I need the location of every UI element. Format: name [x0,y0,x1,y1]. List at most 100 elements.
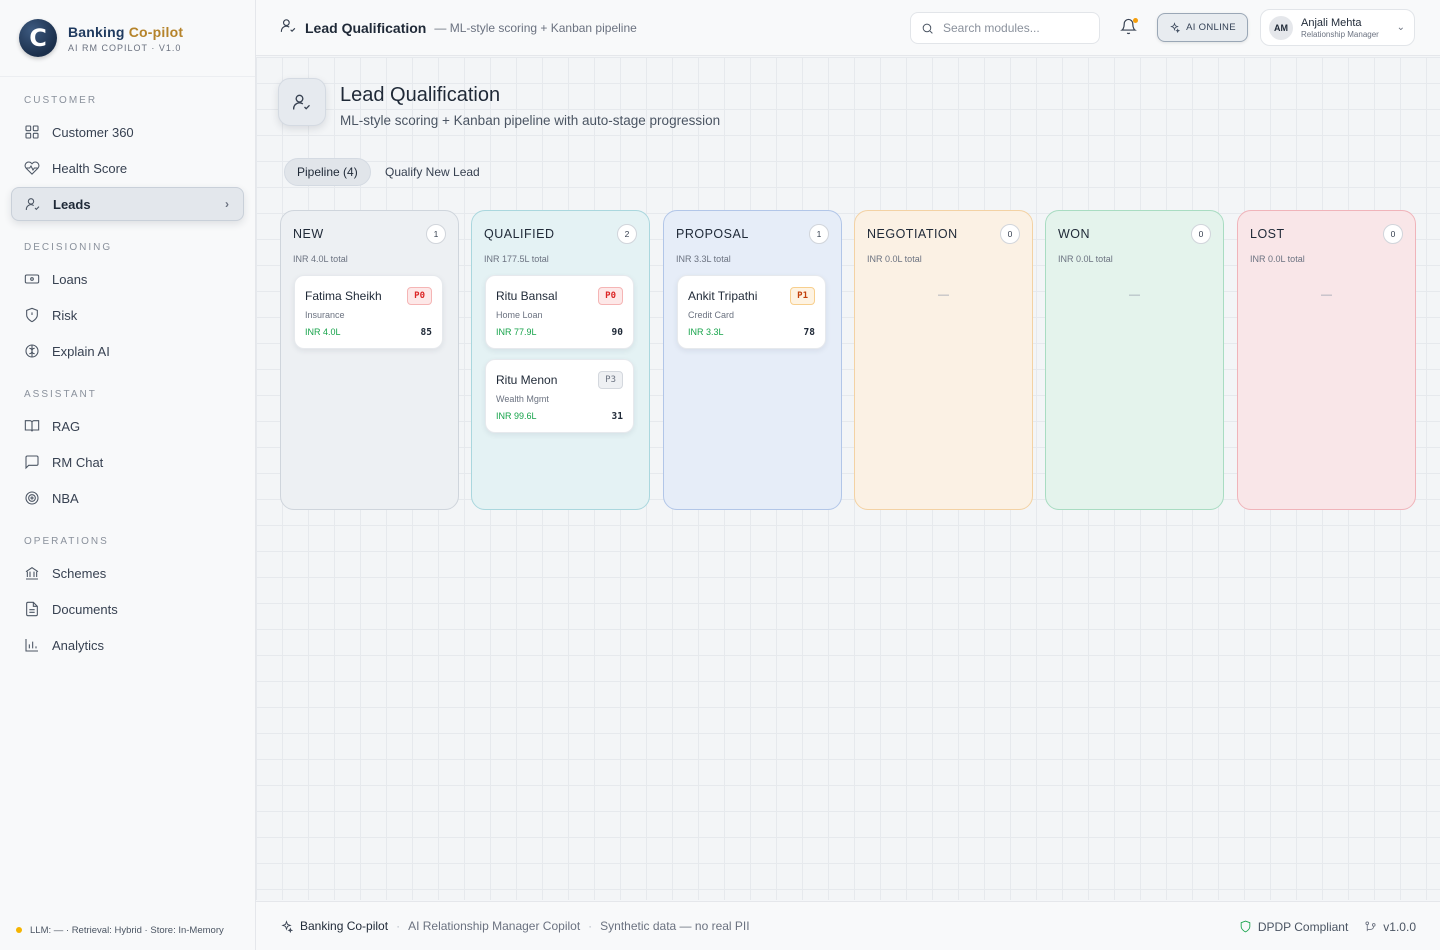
lead-score: 31 [611,411,623,422]
priority-badge: P0 [598,287,623,305]
user-name: Anjali Mehta [1301,16,1362,29]
lead-card[interactable]: Fatima Sheikh P0 Insurance INR 4.0L 85 [294,275,443,349]
sidebar-item-label: Health Score [52,160,128,176]
tab-qualify-new-lead[interactable]: Qualify New Lead [373,158,492,186]
user-check-icon [280,17,297,39]
column-total: INR 0.0L total [1058,254,1113,264]
footer-separator: · [396,919,401,933]
sidebar-item-schemes[interactable]: Schemes [11,556,244,590]
column-title: WON [1058,227,1091,241]
sidebar-item-health-score[interactable]: Health Score [11,151,244,185]
bank-icon [24,565,40,581]
system-status-text: LLM: — · Retrieval: Hybrid · Store: In-M… [30,924,224,936]
lead-product: Insurance [305,310,345,320]
column-negotiation: NEGOTIATION 0 INR 0.0L total — [854,210,1033,510]
search-box[interactable] [910,12,1100,44]
sidebar: C Banking Co-pilot AI RM COPILOT · V1.0 … [0,0,256,950]
sidebar-item-label: NBA [52,490,79,506]
git-branch-icon [1365,921,1376,932]
sparkles-icon [281,919,293,933]
sidebar-item-rag[interactable]: RAG [11,409,244,443]
lead-product: Credit Card [688,310,735,320]
column-title: PROPOSAL [676,227,749,241]
column-lost: LOST 0 INR 0.0L total — [1237,210,1416,510]
chat-icon [24,454,40,470]
sidebar-item-documents[interactable]: Documents [11,592,244,626]
column-won: WON 0 INR 0.0L total — [1045,210,1224,510]
sidebar-item-label: Loans [52,271,88,287]
column-empty-placeholder: — [938,289,949,301]
heart-pulse-icon [24,160,40,176]
footer-tagline: AI Relationship Manager Copilot [408,919,581,933]
lead-product: Home Loan [496,310,543,320]
sidebar-item-customer-360[interactable]: Customer 360 [11,115,244,149]
user-menu[interactable]: AM Anjali Mehta Relationship Manager ⌄ [1260,9,1415,46]
status-dot [16,927,22,933]
column-title: LOST [1250,227,1285,241]
notifications-button[interactable] [1120,18,1138,36]
column-title: NEW [293,227,324,241]
lead-card[interactable]: Ritu Menon P3 Wealth Mgmt INR 99.6L 31 [485,359,634,433]
notification-badge [1133,18,1138,23]
lead-score: 85 [420,327,432,338]
topbar-subtitle: — ML-style scoring + Kanban pipeline [434,20,637,35]
topbar-title: Lead Qualification — ML-style scoring + … [280,17,637,39]
column-total: INR 0.0L total [867,254,922,264]
sidebar-item-explain-ai[interactable]: Explain AI [11,334,244,368]
banknote-icon [24,271,40,287]
sidebar-item-label: Leads [53,196,91,212]
user-check-icon [293,94,310,110]
compliance-badge: DPDP Compliant [1239,920,1348,934]
search-icon [922,23,933,34]
version-text: v1.0.0 [1383,919,1416,934]
user-check-icon [25,196,41,212]
lead-card[interactable]: Ritu Bansal P0 Home Loan INR 77.9L 90 [485,275,634,349]
column-count-badge: 0 [1191,224,1211,244]
brand[interactable]: C Banking Co-pilot AI RM COPILOT · V1.0 [0,0,255,77]
sidebar-item-loans[interactable]: Loans [11,262,244,296]
shield-check-icon [1240,920,1251,933]
column-empty-placeholder: — [1129,289,1140,301]
column-count-badge: 0 [1000,224,1020,244]
document-icon [24,601,40,617]
brain-icon [24,343,40,359]
user-role: Relationship Manager [1301,29,1379,39]
column-empty-placeholder: — [1321,289,1332,301]
sidebar-item-label: Customer 360 [52,124,134,140]
sidebar-item-label: Explain AI [52,343,110,359]
lead-name: Ritu Menon [496,373,558,387]
sidebar-item-label: Analytics [52,637,105,653]
page-title: Lead Qualification [340,84,501,106]
lead-card[interactable]: Ankit Tripathi P1 Credit Card INR 3.3L 7… [677,275,826,349]
ai-status-badge[interactable]: AI ONLINE [1157,13,1248,42]
column-proposal: PROPOSAL 1 INR 3.3L total Ankit Tripathi… [663,210,842,510]
search-input[interactable] [943,21,1083,35]
lead-name: Fatima Sheikh [305,289,382,303]
sidebar-item-leads[interactable]: Leads › [11,187,244,221]
brand-name-accent: Co-pilot [128,23,184,40]
lead-amount: INR 4.0L [305,327,341,337]
column-new: NEW 1 INR 4.0L total Fatima Sheikh P0 In… [280,210,459,510]
sidebar-item-label: RAG [52,418,81,434]
nav-section-customer: CUSTOMER [24,95,98,106]
lead-name: Ritu Bansal [496,289,558,303]
column-total: INR 4.0L total [293,254,348,264]
priority-badge: P0 [407,287,432,305]
column-total: INR 177.5L total [484,254,549,264]
sidebar-item-label: Risk [52,307,78,323]
column-qualified: QUALIFIED 2 INR 177.5L total Ritu Bansal… [471,210,650,510]
sparkles-icon [1170,22,1181,33]
ai-status-text: AI ONLINE [1186,22,1236,33]
tab-pipeline[interactable]: Pipeline (4) [284,158,371,186]
topbar: Lead Qualification — ML-style scoring + … [256,0,1440,56]
page-icon [278,78,326,126]
sidebar-item-nba[interactable]: NBA [11,481,244,515]
sidebar-item-rm-chat[interactable]: RM Chat [11,445,244,479]
footer-separator: · [588,919,593,933]
column-title: QUALIFIED [484,227,555,241]
avatar: AM [1269,15,1293,40]
priority-badge: P1 [790,287,815,305]
sidebar-item-risk[interactable]: Risk [11,298,244,332]
priority-badge: P3 [598,371,623,389]
sidebar-item-analytics[interactable]: Analytics [11,628,244,662]
